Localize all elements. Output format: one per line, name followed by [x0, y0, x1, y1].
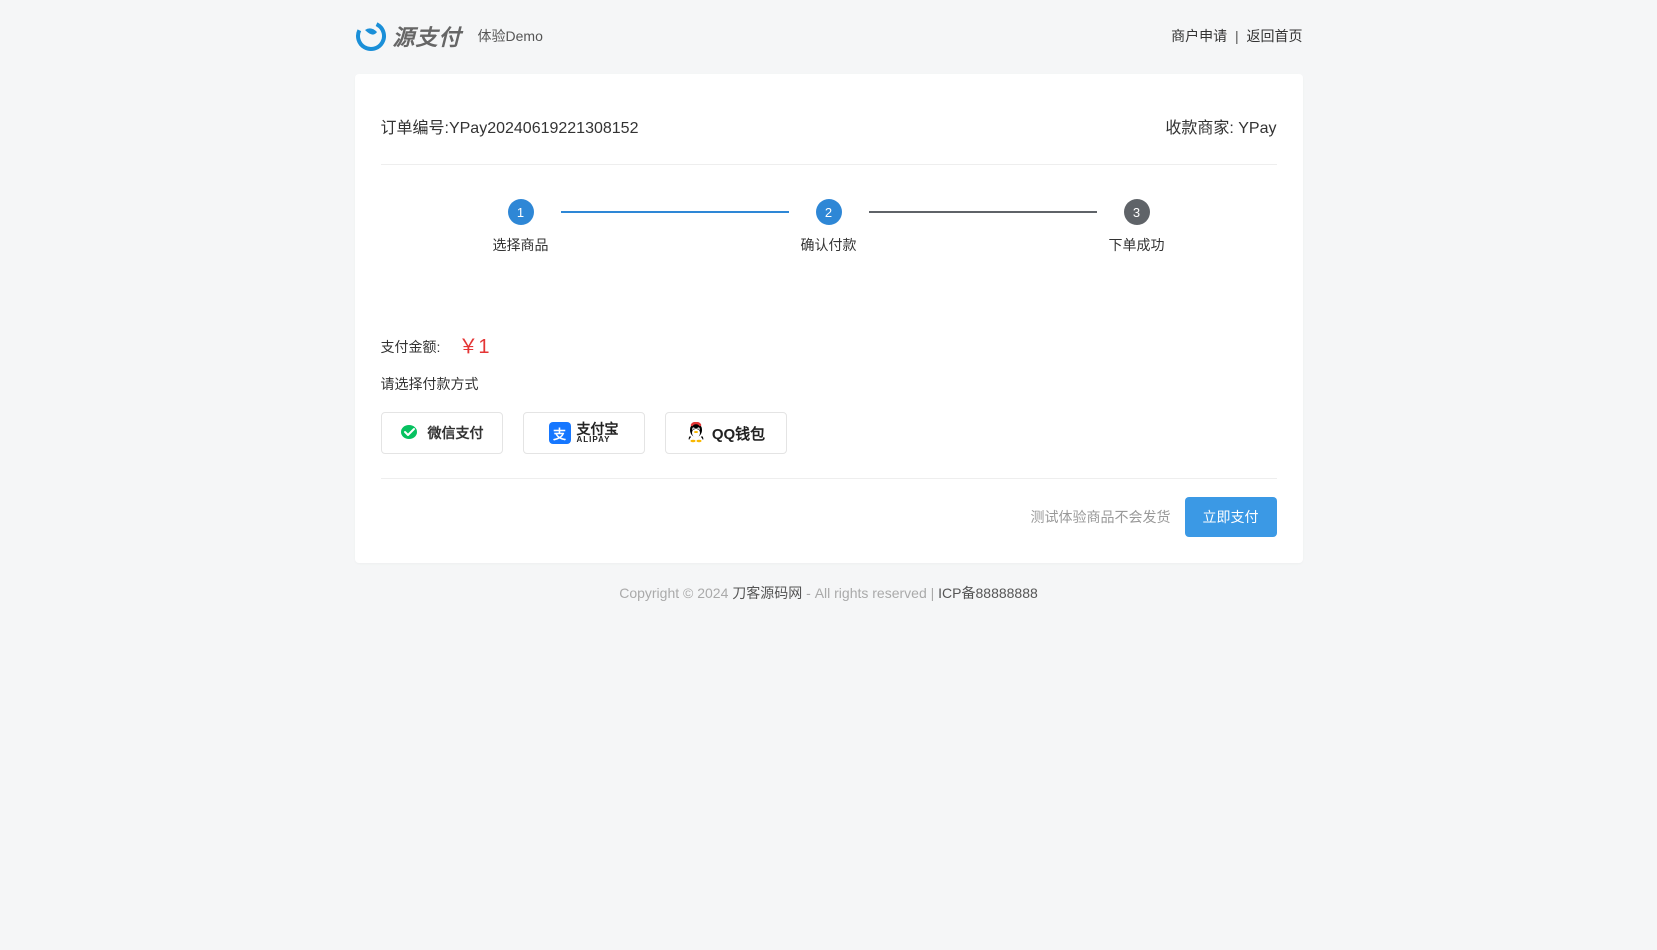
logo-mark-icon: [355, 20, 387, 52]
header-bar: 源支付 体验Demo 商户申请 | 返回首页: [355, 0, 1303, 74]
shipping-note: 测试体验商品不会发货: [1031, 507, 1171, 527]
alipay-label-group: 支付宝 ALIPAY: [577, 422, 619, 444]
step-1-circle: 1: [508, 199, 534, 225]
merchant-name: YPay: [1238, 120, 1276, 137]
rights-text: - All rights reserved |: [802, 585, 938, 601]
step-line-1: [561, 211, 789, 213]
alipay-cn: 支付宝: [577, 422, 619, 436]
order-number: 订单编号:YPay20240619221308152: [381, 114, 639, 138]
logo-text: 源支付: [393, 20, 462, 52]
home-link[interactable]: 返回首页: [1247, 28, 1303, 44]
icp-link[interactable]: ICP备88888888: [938, 585, 1038, 601]
wechat-icon: [400, 423, 422, 443]
header-right: 商户申请 | 返回首页: [1171, 26, 1302, 46]
payment-options: 微信支付 支 支付宝 ALIPAY: [381, 412, 1277, 478]
pay-option-alipay[interactable]: 支 支付宝 ALIPAY: [523, 412, 645, 454]
pay-option-wechat[interactable]: 微信支付: [381, 412, 503, 454]
order-no-value: YPay20240619221308152: [449, 120, 639, 137]
alipay-zhi-char: 支: [553, 424, 566, 443]
site-name-link[interactable]: 刀客源码网: [732, 585, 802, 601]
step-line-2: [869, 211, 1097, 213]
copyright-prefix: Copyright © 2024: [619, 585, 732, 601]
step-3-circle: 3: [1124, 199, 1150, 225]
order-label: 订单编号:: [381, 120, 449, 137]
header-separator: |: [1235, 28, 1239, 44]
amount-row: 支付金额: ￥1: [381, 325, 1277, 374]
pay-option-qq[interactable]: QQ钱包: [665, 412, 787, 454]
page-footer: Copyright © 2024 刀客源码网 - All rights rese…: [355, 563, 1303, 643]
merchant-apply-link[interactable]: 商户申请: [1171, 28, 1227, 44]
wechat-label: 微信支付: [428, 423, 484, 443]
step-1: 1 选择商品: [481, 199, 561, 255]
steps: 1 选择商品 2 确认付款 3 下单成功: [381, 165, 1277, 325]
header-left: 源支付 体验Demo: [355, 20, 543, 52]
demo-label: 体验Demo: [478, 26, 543, 46]
merchant-info: 收款商家: YPay: [1165, 114, 1276, 138]
merchant-label: 收款商家:: [1165, 120, 1233, 137]
pay-now-button[interactable]: 立即支付: [1185, 497, 1277, 537]
action-row: 测试体验商品不会发货 立即支付: [381, 479, 1277, 537]
step-2-label: 确认付款: [801, 235, 857, 255]
amount-label: 支付金额:: [381, 337, 441, 357]
step-3-label: 下单成功: [1109, 235, 1165, 255]
alipay-en: ALIPAY: [577, 436, 619, 444]
payment-card: 订单编号:YPay20240619221308152 收款商家: YPay 1 …: [355, 74, 1303, 563]
select-method-prompt: 请选择付款方式: [381, 374, 1277, 412]
step-3: 3 下单成功: [1097, 199, 1177, 255]
step-2-circle: 2: [816, 199, 842, 225]
qq-icon: [686, 422, 706, 444]
qq-label: QQ钱包: [712, 423, 765, 444]
amount-value: ￥1: [458, 330, 489, 359]
logo[interactable]: 源支付: [355, 20, 462, 52]
step-1-label: 选择商品: [493, 235, 549, 255]
alipay-icon: 支: [549, 422, 571, 444]
order-row: 订单编号:YPay20240619221308152 收款商家: YPay: [381, 114, 1277, 164]
step-2: 2 确认付款: [789, 199, 869, 255]
